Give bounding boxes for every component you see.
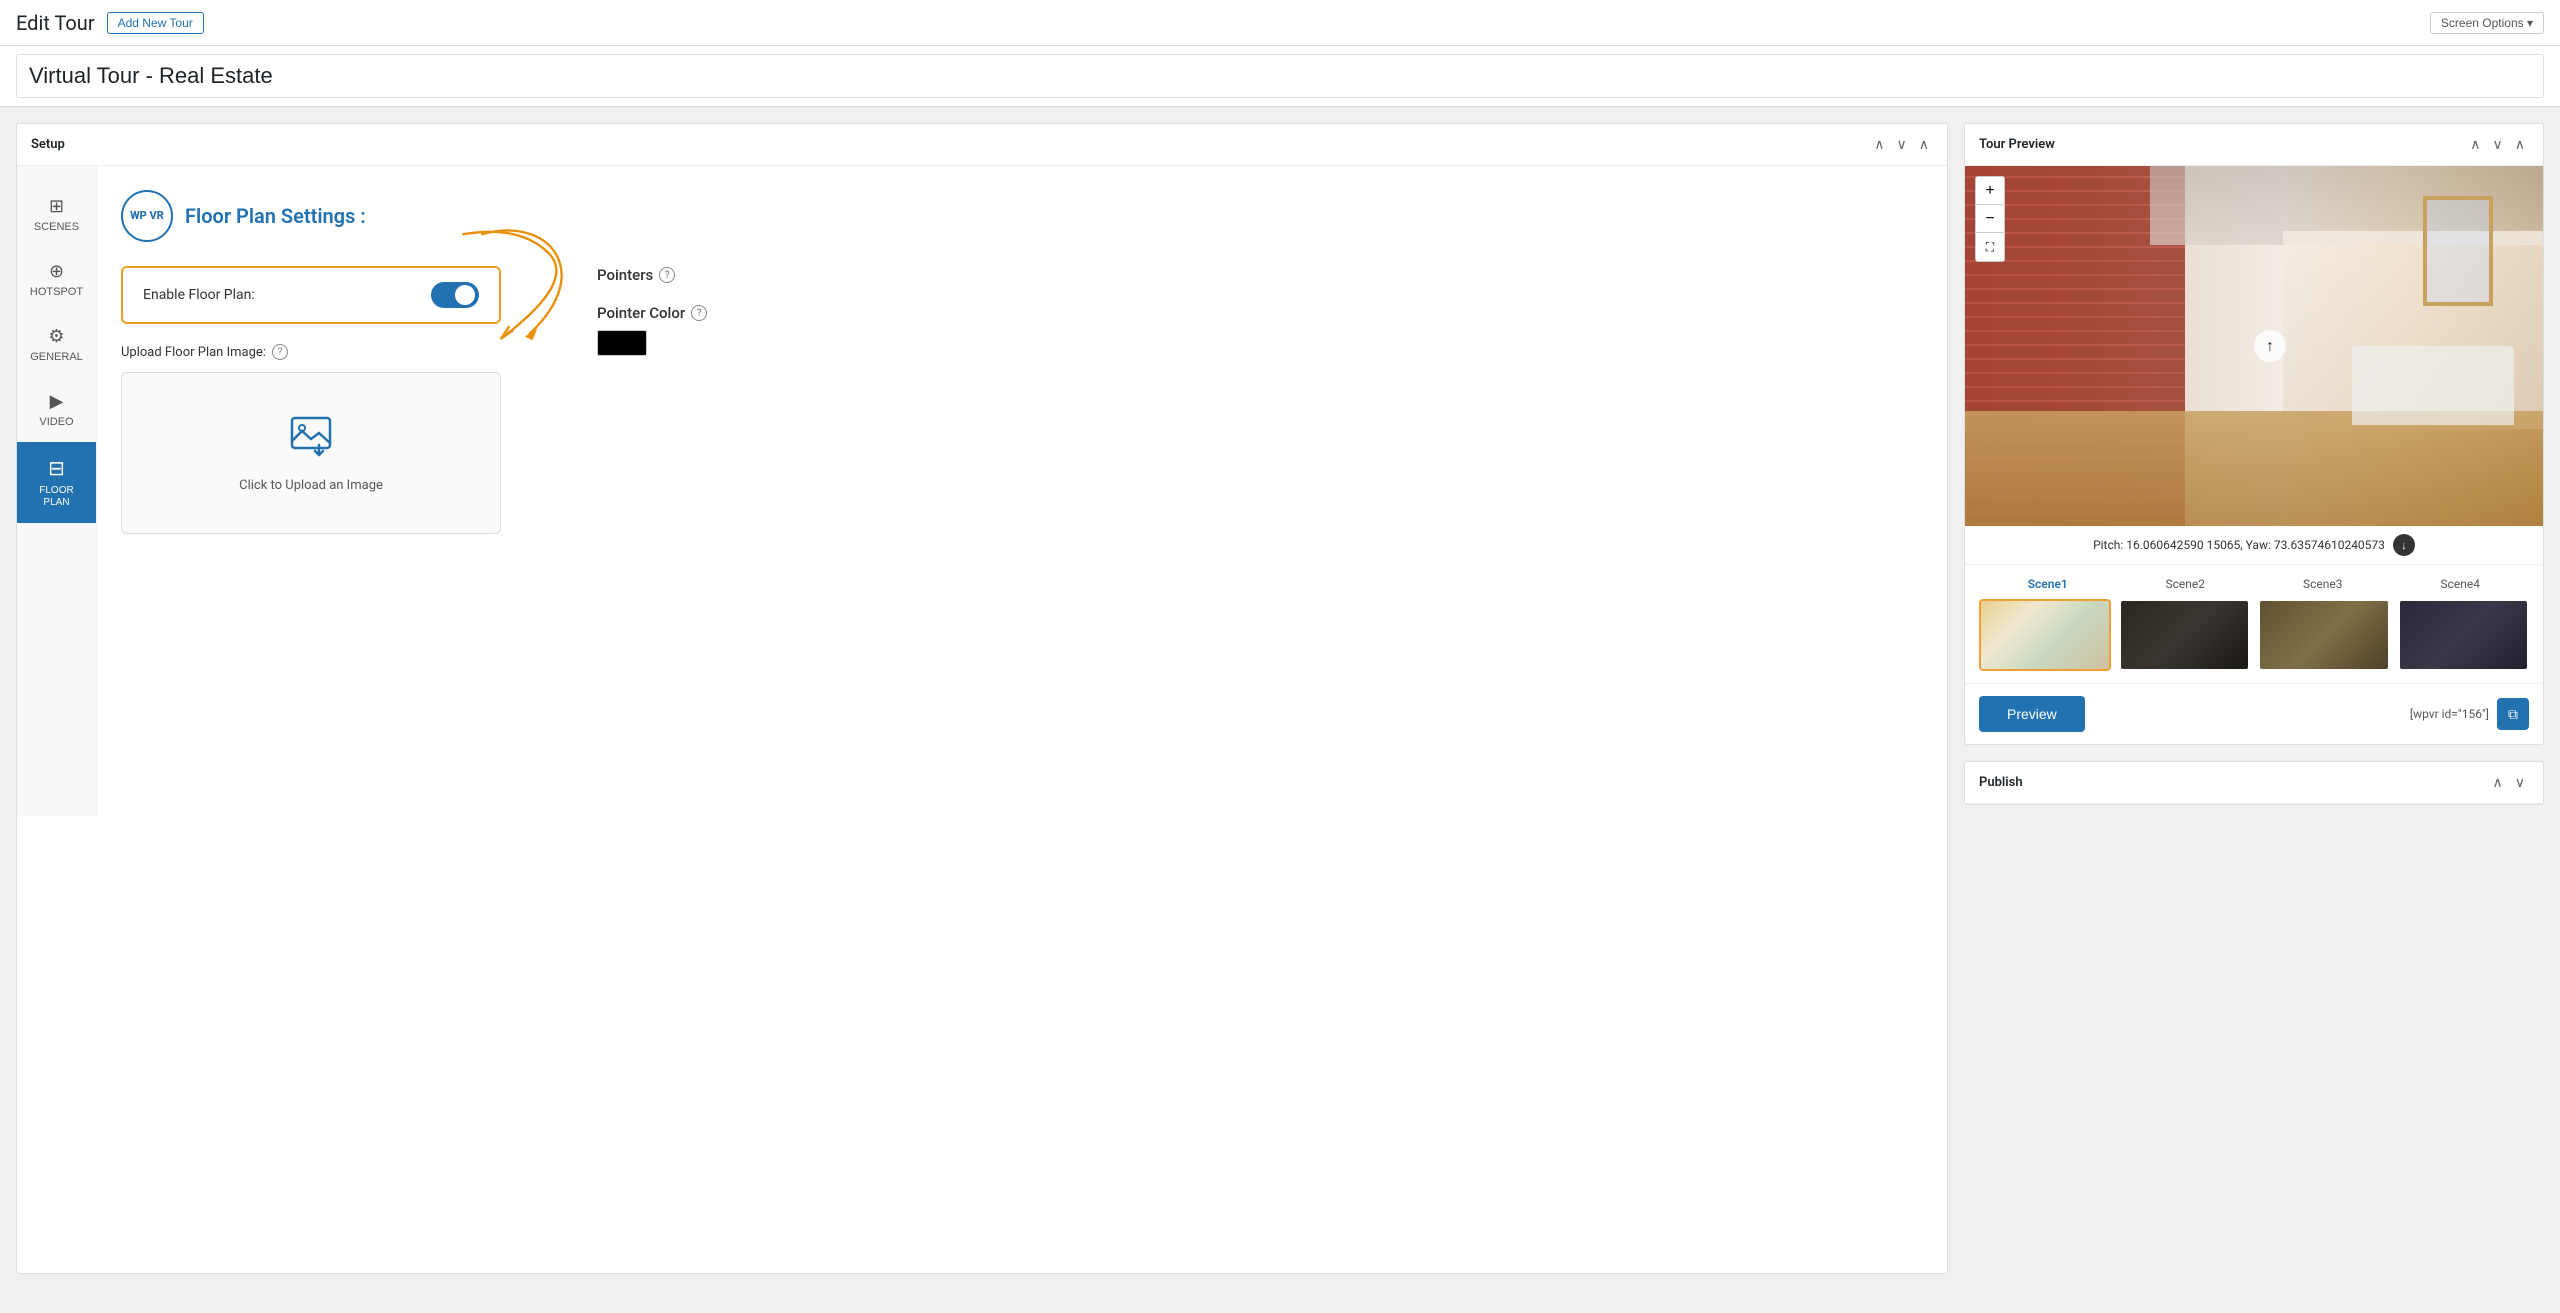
top-bar: Edit Tour Add New Tour Screen Options ▾ <box>0 0 2560 46</box>
main-content: Setup ∧ ∨ ∧ ⊞ SCENES ⊕ HOTSPOT ⚙ <box>0 107 2560 1290</box>
upload-image-icon <box>289 413 333 466</box>
upload-label-row: Upload Floor Plan Image: ? <box>121 344 1923 360</box>
scene4-label: Scene4 <box>2392 577 2530 591</box>
tour-preview-up-btn[interactable]: ∧ <box>2466 134 2484 155</box>
top-bar-left: Edit Tour Add New Tour <box>16 11 204 35</box>
left-panel: Setup ∧ ∨ ∧ ⊞ SCENES ⊕ HOTSPOT ⚙ <box>16 123 1948 1274</box>
pointers-help-icon[interactable]: ? <box>659 267 675 283</box>
enable-floor-plan-box: Enable Floor Plan: <box>121 266 501 324</box>
wpvr-logo: WP VR <box>121 190 173 242</box>
sidebar-item-video[interactable]: ▶ VIDEO <box>17 377 96 442</box>
tour-preview-collapse-btn[interactable]: ∧ <box>2511 134 2529 155</box>
general-icon: ⚙ <box>48 326 64 347</box>
pointer-color-help-icon[interactable]: ? <box>691 305 707 321</box>
scene1-thumb[interactable] <box>1979 599 2111 671</box>
nav-arrow[interactable]: ↑ <box>2254 330 2286 362</box>
sidebar-item-scenes[interactable]: ⊞ SCENES <box>17 182 96 247</box>
sidebar-item-general[interactable]: ⚙ GENERAL <box>17 312 96 377</box>
zoom-in-btn[interactable]: + <box>1976 177 2004 205</box>
left-panel-body: ⊞ SCENES ⊕ HOTSPOT ⚙ GENERAL ▶ VIDEO ⊟ <box>17 166 1947 816</box>
edit-tour-label: Edit Tour <box>16 11 95 35</box>
preview-row: Preview [wpvr id="156"] ⧉ <box>1965 684 2543 744</box>
video-label: VIDEO <box>39 416 73 428</box>
scene1-label: Scene1 <box>1979 577 2117 591</box>
copy-shortcode-btn[interactable]: ⧉ <box>2497 698 2529 730</box>
zoom-out-btn[interactable]: − <box>1976 205 2004 233</box>
scenes-row: Scene1 Scene2 Scene3 Scene4 <box>1965 565 2543 684</box>
room-preview: ↑ + − ⛶ <box>1965 166 2543 526</box>
pitch-yaw-bar: Pitch: 16.060642590 15065, Yaw: 73.63574… <box>1965 526 2543 565</box>
sidebar-item-floor-plan[interactable]: ⊟ FLOORPLAN <box>17 442 96 523</box>
tour-preview-down-btn[interactable]: ∨ <box>2489 134 2507 155</box>
publish-up-btn[interactable]: ∧ <box>2489 772 2507 793</box>
publish-header: Publish ∧ ∨ <box>1965 762 2543 804</box>
pointers-row: Pointers ? <box>597 266 707 284</box>
panel-down-btn[interactable]: ∨ <box>1893 134 1911 155</box>
screen-options-button[interactable]: Screen Options ▾ <box>2430 12 2544 34</box>
scene3-thumb[interactable] <box>2258 599 2390 671</box>
general-label: GENERAL <box>30 351 83 363</box>
expand-btn[interactable]: ⛶ <box>1976 233 2004 261</box>
scenes-label: SCENES <box>34 221 79 233</box>
scene3-label: Scene3 <box>2254 577 2392 591</box>
tour-preview-title: Tour Preview <box>1979 137 2055 152</box>
panel-collapse-btn[interactable]: ∧ <box>1915 134 1933 155</box>
video-icon: ▶ <box>50 391 64 412</box>
shortcode-area: [wpvr id="156"] ⧉ <box>2410 698 2529 730</box>
sidebar-nav: ⊞ SCENES ⊕ HOTSPOT ⚙ GENERAL ▶ VIDEO ⊟ <box>17 166 97 816</box>
upload-help-icon[interactable]: ? <box>272 344 288 360</box>
content-area: WP VR Floor Plan Settings : Enable Floor… <box>97 166 1947 816</box>
publish-title: Publish <box>1979 775 2023 790</box>
setup-panel-title: Setup <box>31 137 65 152</box>
pointer-color-label: Pointer Color ? <box>597 304 707 322</box>
right-settings: Pointers ? Pointer Color ? <box>597 266 707 376</box>
floor-plan-label: FLOORPLAN <box>39 485 73 509</box>
publish-panel: Publish ∧ ∨ <box>1964 761 2544 805</box>
upload-area[interactable]: Click to Upload an Image <box>121 372 501 534</box>
pointers-label: Pointers ? <box>597 266 707 284</box>
tour-title-input[interactable] <box>16 54 2544 98</box>
scene2-thumb-image <box>2121 601 2249 669</box>
sidebar-item-hotspot[interactable]: ⊕ HOTSPOT <box>17 247 96 312</box>
panel-up-btn[interactable]: ∧ <box>1870 134 1888 155</box>
enable-floor-plan-toggle[interactable] <box>431 282 479 308</box>
scene3-thumb-image <box>2260 601 2388 669</box>
hotspot-icon: ⊕ <box>49 261 64 282</box>
section-header: WP VR Floor Plan Settings : <box>121 190 1923 242</box>
toggle-slider <box>431 282 479 308</box>
enable-floor-plan-label: Enable Floor Plan: <box>143 287 255 303</box>
floor-plan-icon: ⊟ <box>48 456 65 481</box>
scene1-thumb-image <box>1981 601 2109 669</box>
publish-down-btn[interactable]: ∨ <box>2511 772 2529 793</box>
hotspot-label: HOTSPOT <box>30 286 83 298</box>
pitch-yaw-text: Pitch: 16.060642590 15065, Yaw: 73.63574… <box>2093 538 2385 552</box>
wpvr-logo-text: WP VR <box>130 210 164 222</box>
setup-panel-header: Setup ∧ ∨ ∧ <box>17 124 1947 166</box>
scene2-thumb[interactable] <box>2119 599 2251 671</box>
tour-preview-panel: Tour Preview ∧ ∨ ∧ <box>1964 123 2544 745</box>
scenes-thumbnails <box>1979 599 2529 671</box>
upload-label-text: Upload Floor Plan Image: <box>121 345 266 360</box>
scene4-thumb[interactable] <box>2398 599 2530 671</box>
map-controls: + − ⛶ <box>1975 176 2005 262</box>
publish-controls: ∧ ∨ <box>2489 772 2530 793</box>
scenes-labels: Scene1 Scene2 Scene3 Scene4 <box>1979 577 2529 591</box>
right-column: Tour Preview ∧ ∨ ∧ <box>1964 123 2544 1274</box>
scenes-icon: ⊞ <box>49 196 64 217</box>
download-icon[interactable]: ↓ <box>2393 534 2415 556</box>
scene2-label: Scene2 <box>2117 577 2255 591</box>
shortcode-text: [wpvr id="156"] <box>2410 707 2489 721</box>
title-bar <box>0 46 2560 107</box>
section-title: Floor Plan Settings : <box>185 204 366 228</box>
scene4-thumb-image <box>2400 601 2528 669</box>
tour-preview-controls: ∧ ∨ ∧ <box>2466 134 2529 155</box>
upload-click-text: Click to Upload an Image <box>239 478 383 493</box>
tour-preview-header: Tour Preview ∧ ∨ ∧ <box>1965 124 2543 166</box>
pointer-color-row: Pointer Color ? <box>597 304 707 356</box>
panel-controls: ∧ ∨ ∧ <box>1870 134 1933 155</box>
add-new-tour-button[interactable]: Add New Tour <box>107 12 204 34</box>
pointer-color-swatch[interactable] <box>597 330 647 356</box>
preview-button[interactable]: Preview <box>1979 696 2085 732</box>
